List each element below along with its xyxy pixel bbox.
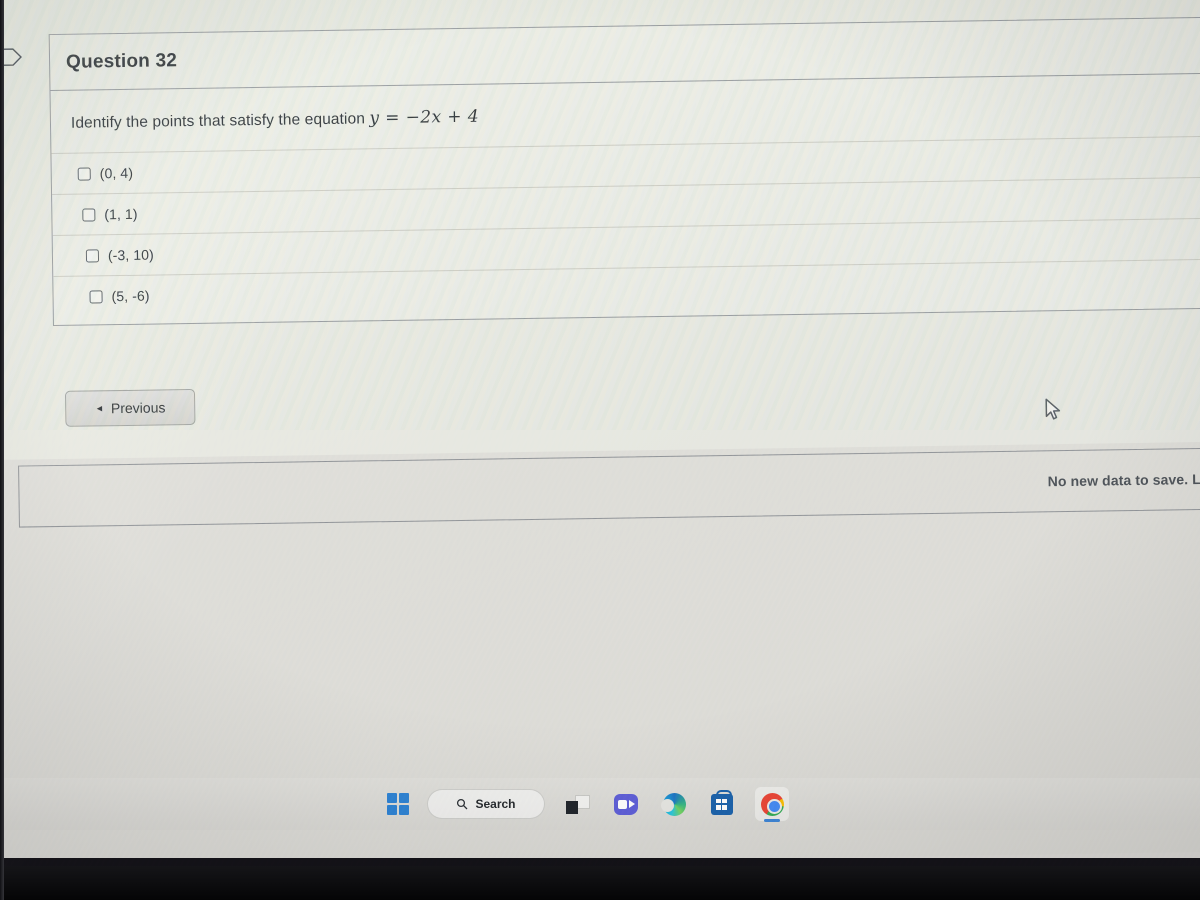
windows-start-icon (387, 793, 409, 815)
google-chrome-icon (760, 792, 784, 816)
prompt-text: Identify the points that satisfy the equ… (70, 110, 366, 132)
answer-option-label: (5, -6) (111, 287, 150, 305)
taskbar-item-file-explorer[interactable] (563, 789, 593, 819)
checkbox-icon[interactable] (77, 166, 91, 181)
save-status-bar: No new data to save. Last checked at 11:… (18, 447, 1200, 528)
answer-option-label: (0, 4) (99, 164, 134, 182)
chat-video-icon (614, 793, 638, 815)
file-explorer-icon (566, 794, 590, 814)
taskbar-item-google-chrome[interactable] (755, 787, 789, 822)
equation-lhs: y (369, 108, 380, 129)
monitor-screen: Question 32 Identify the points that sat… (0, 0, 1200, 858)
checkbox-icon[interactable] (89, 289, 103, 303)
answer-option-label: (1, 1) (104, 205, 138, 223)
quiz-page: Question 32 Identify the points that sat… (0, 0, 1200, 858)
previous-button[interactable]: ◄ Previous (64, 388, 196, 427)
taskbar-item-microsoft-edge[interactable] (659, 789, 689, 819)
monitor-bezel-left (0, 0, 4, 900)
equation-expression: y = −2x + 4 (369, 107, 479, 129)
answer-option-label: (-3, 10) (107, 246, 154, 264)
taskbar-item-teams-chat[interactable] (611, 789, 641, 819)
page-title: Question 32 (65, 49, 178, 73)
taskbar-item-microsoft-store[interactable] (707, 789, 737, 819)
answer-options-list: (0, 4) (1, 1) (-3, 10) (5, -6) (51, 135, 1200, 325)
start-button[interactable] (387, 793, 409, 815)
question-card: Question 32 Identify the points that sat… (48, 16, 1200, 327)
monitor-bezel-bottom (0, 866, 1200, 900)
microsoft-edge-icon (660, 792, 686, 816)
chrome-active-container (755, 787, 789, 822)
monitor-photo: Question 32 Identify the points that sat… (0, 0, 1200, 900)
question-card-body: Identify the points that satisfy the equ… (51, 73, 1200, 325)
microsoft-store-icon (711, 789, 733, 815)
checkbox-icon[interactable] (85, 248, 100, 263)
caret-left-icon: ◄ (94, 403, 105, 414)
save-status-text: No new data to save. Last checked at 11:… (1047, 469, 1200, 490)
taskbar-search-pill[interactable]: Search (427, 789, 545, 819)
active-window-indicator (764, 819, 780, 822)
previous-button-label: Previous (110, 399, 166, 417)
checkbox-icon[interactable] (82, 207, 96, 222)
magnifier-icon (457, 798, 468, 810)
mouse-arrow-cursor (1044, 398, 1062, 422)
equation-equals: = (385, 107, 401, 129)
search-label: Search (475, 797, 516, 811)
windows-taskbar: Search (0, 778, 1200, 830)
equation-rhs: −2x + 4 (405, 106, 480, 128)
search-button[interactable]: Search (427, 789, 545, 819)
